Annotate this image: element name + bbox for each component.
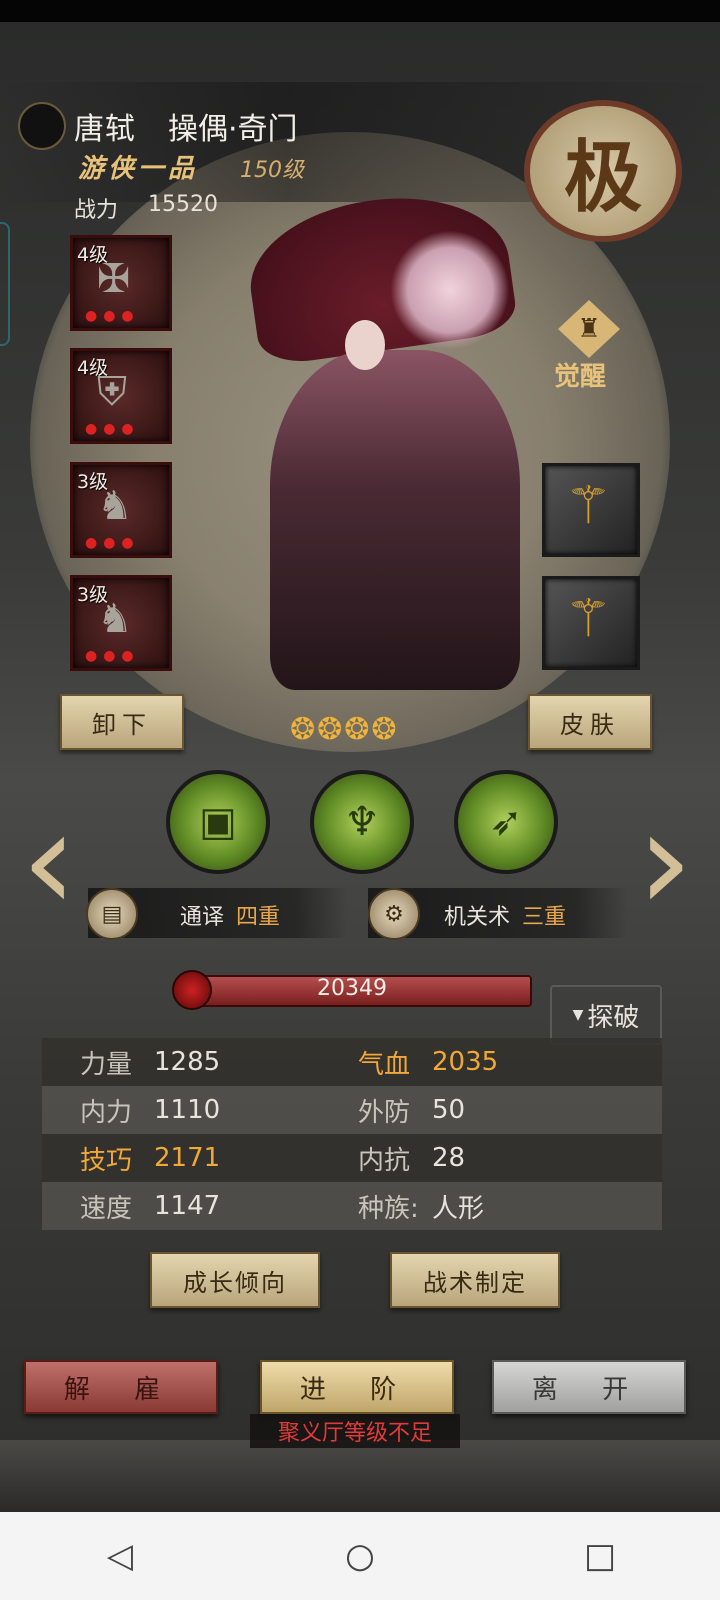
stat-value: 1285 — [154, 1047, 221, 1077]
stats-table: 力量 1285 气血 2035 内力 1110 外防 50 技巧 2171 内抗… — [42, 1038, 662, 1230]
star-rating: ❂❂❂❂ — [290, 712, 399, 747]
stat-value: 1147 — [154, 1191, 221, 1221]
spear-thrust-skill-icon[interactable]: ➶ — [454, 770, 558, 874]
stat-name: 内力 — [80, 1097, 133, 1128]
robe-art — [270, 350, 520, 690]
gem-icons: ●●● — [85, 308, 140, 324]
grade-seal-text: 极 — [563, 132, 642, 223]
prev-character-arrow-icon[interactable]: ‹ — [14, 772, 84, 952]
passive-2-tier: 三重 — [522, 905, 567, 930]
stat-value: 28 — [432, 1143, 466, 1173]
armor-icon: ⛨ — [97, 369, 127, 415]
power-value: 15520 — [148, 192, 218, 217]
unequip-button[interactable]: 卸下 — [60, 694, 184, 750]
passive-1-tier: 四重 — [236, 905, 281, 930]
strongman-icon: ♜ — [558, 300, 620, 358]
stats-row: 力量 1285 气血 2035 — [42, 1038, 662, 1086]
gold-pole-weapon-icon: ⚚ — [565, 476, 612, 536]
stat-name: 速度 — [80, 1193, 133, 1224]
next-character-arrow-icon[interactable]: › — [630, 772, 700, 952]
character-class: 操偶·奇门 — [168, 112, 298, 147]
blossom-art — [390, 230, 510, 350]
explore-label: 探破 — [587, 1002, 640, 1033]
gear-icon: ⚙ — [368, 888, 420, 940]
puppet-box-skill-icon[interactable]: ▣ — [166, 770, 270, 874]
passive-1-name: 通译 — [180, 905, 225, 930]
stats-row: 速度 1147 种族: 人形 — [42, 1182, 662, 1230]
floor-backdrop — [0, 1440, 720, 1512]
stat-name: 力量 — [80, 1049, 133, 1080]
brush-class-icon — [18, 102, 66, 150]
stat-name: 气血 — [358, 1049, 411, 1080]
dismiss-button[interactable]: 解 雇 — [24, 1360, 218, 1414]
equipment-slot-3[interactable]: 3级 ♞ ●●● — [70, 462, 172, 558]
back-icon[interactable]: ◁ — [90, 1526, 150, 1586]
passive-2-name: 机关术 — [444, 905, 511, 930]
awaken-label: 觉醒 — [554, 362, 607, 392]
system-nav-bar: ◁ ○ □ — [0, 1512, 720, 1600]
side-edge-tab[interactable] — [0, 222, 10, 346]
home-icon[interactable]: ○ — [330, 1526, 390, 1586]
growth-tendency-button[interactable]: 成长倾向 — [150, 1252, 320, 1308]
gold-pole-weapon-icon: ⚚ — [565, 589, 612, 649]
weapon-slot-1[interactable]: ⚚ — [542, 463, 640, 557]
stat-name: 外防 — [358, 1097, 411, 1128]
stat-name: 内抗 — [358, 1145, 411, 1176]
head-art — [345, 320, 385, 370]
status-bar — [0, 0, 720, 22]
awaken-button[interactable]: ♜ 觉醒 — [548, 300, 630, 392]
advance-button[interactable]: 进 阶 — [260, 1360, 454, 1414]
explore-dropdown[interactable]: ▼ 探破 — [550, 985, 662, 1045]
equipment-slot-1[interactable]: 4级 ✠ ●●● — [70, 235, 172, 331]
scroll-icon: ▤ — [86, 888, 138, 940]
gem-icons: ●●● — [85, 535, 140, 551]
weapon-slot-2[interactable]: ⚚ — [542, 576, 640, 670]
crossbow-icon: ✠ — [97, 256, 131, 302]
stat-name: 技巧 — [80, 1145, 133, 1176]
wooden-horse-icon: ♞ — [97, 596, 133, 642]
equipment-slot-4[interactable]: 3级 ♞ ●●● — [70, 575, 172, 671]
power-label: 战力 — [74, 198, 119, 223]
stat-value: 50 — [432, 1095, 466, 1125]
hp-value: 20349 — [317, 976, 387, 1001]
warning-text: 聚义厅等级不足 — [250, 1414, 460, 1448]
character-rank: 游侠一品 — [78, 154, 199, 184]
equipment-slot-2[interactable]: 4级 ⛨ ●●● — [70, 348, 172, 444]
gem-icons: ●●● — [85, 648, 140, 664]
stat-value: 1110 — [154, 1095, 221, 1125]
skin-button[interactable]: 皮肤 — [528, 694, 652, 750]
recents-icon[interactable]: □ — [570, 1526, 630, 1586]
stat-value: 2171 — [154, 1143, 221, 1173]
grade-seal: 极 — [524, 100, 682, 242]
stat-name: 种族: — [358, 1193, 419, 1224]
leave-button[interactable]: 离 开 — [492, 1360, 686, 1414]
wooden-horse-icon: ♞ — [97, 483, 133, 529]
stats-row: 内力 1110 外防 50 — [42, 1086, 662, 1134]
gem-icons: ●●● — [85, 421, 140, 437]
stat-value: 2035 — [432, 1047, 499, 1077]
stats-row: 技巧 2171 内抗 28 — [42, 1134, 662, 1182]
puppet-summon-skill-icon[interactable]: ♆ — [310, 770, 414, 874]
character-portrait — [240, 182, 540, 690]
caret-down-icon: ▼ — [572, 1007, 584, 1023]
stat-value: 人形 — [432, 1193, 485, 1224]
character-level: 150级 — [240, 158, 304, 183]
tactics-button[interactable]: 战术制定 — [390, 1252, 560, 1308]
character-name: 唐轼 — [74, 112, 136, 147]
